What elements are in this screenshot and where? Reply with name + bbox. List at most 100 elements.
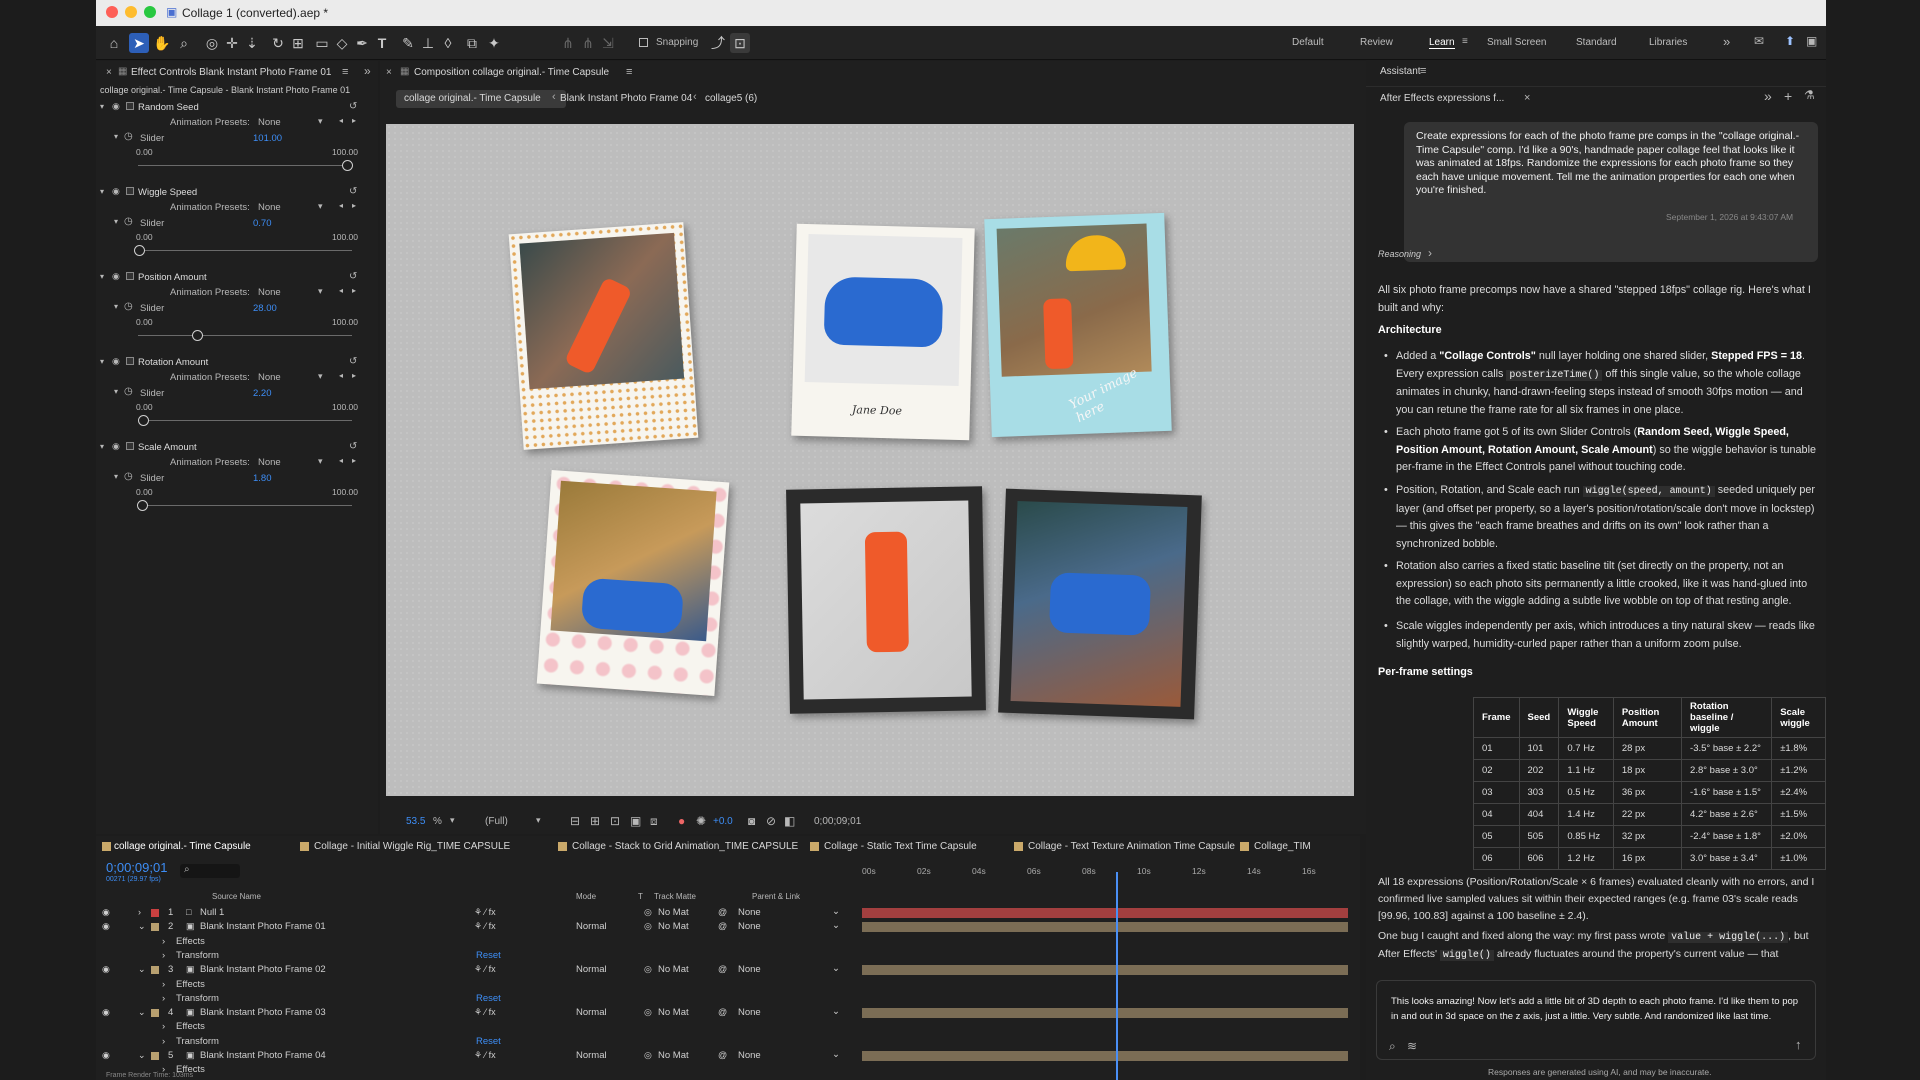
fx-checkbox[interactable] <box>126 442 134 450</box>
timeline-tab[interactable]: Collage - Text Texture Animation Time Ca… <box>1028 841 1235 852</box>
slider-track[interactable] <box>138 250 352 251</box>
snapping-checkbox[interactable] <box>639 38 648 47</box>
layer-switches-icon[interactable]: ⚘ ⁄ fx <box>474 921 496 932</box>
snap-grid-icon[interactable]: ⊡ <box>730 33 750 53</box>
timeline-row[interactable]: ◉ ⌄ 2 ▣ Blank Instant Photo Frame 01 ⚘ ⁄ fx No… <box>96 920 866 934</box>
snap-edges-icon[interactable]: ⤴ <box>708 33 728 53</box>
reset-transform-link[interactable]: Reset <box>476 993 501 1004</box>
timeline-row[interactable]: › Transform Reset <box>96 992 866 1006</box>
stopwatch-icon[interactable]: ◷ <box>124 301 133 312</box>
slider-knob[interactable] <box>191 330 203 341</box>
track-matte[interactable]: No Mat <box>658 907 689 918</box>
hand-tool-icon[interactable]: ✋ <box>152 33 172 53</box>
timeline-row[interactable]: › Effects <box>96 1063 866 1077</box>
layer-switches-icon[interactable]: ⚘ ⁄ fx <box>474 964 496 975</box>
layer-name[interactable]: Blank Instant Photo Frame 02 <box>200 964 326 975</box>
preset-dropdown-icon[interactable]: ▾ <box>318 456 323 467</box>
workspace-standard[interactable]: Standard <box>1576 37 1617 48</box>
parent-select[interactable]: None <box>738 921 761 932</box>
label-color[interactable] <box>151 923 159 932</box>
preset-select[interactable]: None <box>258 202 281 213</box>
twirl-icon[interactable]: › <box>162 950 165 961</box>
zoom-dropdown-icon[interactable]: ▾ <box>450 815 455 826</box>
layer-duration-bar[interactable] <box>862 908 1348 918</box>
reasoning-toggle[interactable]: Reasoning <box>1378 249 1421 259</box>
timeline-tab[interactable]: Collage_TIM <box>1254 841 1311 852</box>
slider-track[interactable] <box>138 165 352 166</box>
next-preset-icon[interactable]: ▸ <box>352 456 356 465</box>
viewer-timecode[interactable]: 0;00;09;01 <box>814 816 861 827</box>
puppet-pin-icon[interactable]: ✦ <box>484 33 504 53</box>
workspace-menu-icon[interactable]: ≡ <box>1462 36 1468 47</box>
matte-icon[interactable]: ◎ <box>644 964 652 975</box>
3d-cube-icon[interactable]: ◇ <box>332 33 352 53</box>
twirl-icon[interactable]: › <box>162 936 165 947</box>
timeline-row[interactable]: › Transform Reset <box>96 1035 866 1049</box>
rectangle-tool-icon[interactable]: ▭ <box>312 33 332 53</box>
close-chat-tab-icon[interactable]: × <box>1524 92 1530 104</box>
twirl-icon[interactable]: › <box>138 907 141 917</box>
stopwatch-icon[interactable]: ◷ <box>124 471 133 482</box>
slider-value[interactable]: 2.20 <box>253 388 272 399</box>
pickwhip-icon[interactable]: @ <box>718 964 727 974</box>
time-ruler[interactable]: 00s 02s 04s 06s 08s 10s 12s 14s 16s <box>862 866 1348 888</box>
close-tab-icon[interactable]: × <box>106 67 112 78</box>
distribute-icon[interactable]: ⋔ <box>578 33 598 53</box>
timeline-timecode[interactable]: 0;00;09;01 <box>106 860 167 875</box>
chevron-down-icon[interactable]: ⌄ <box>832 920 840 931</box>
crumb-collage5[interactable]: collage5 (6) <box>705 93 757 104</box>
resolution-select[interactable]: (Full) <box>485 816 508 827</box>
transparency-grid-icon[interactable]: ⊞ <box>590 814 600 828</box>
timeline-row[interactable]: › Transform Reset <box>96 949 866 963</box>
blend-mode[interactable]: Normal <box>576 964 607 975</box>
layer-duration-bar[interactable] <box>862 1008 1348 1019</box>
matte-icon[interactable]: ◎ <box>644 921 652 932</box>
settings-sliders-icon[interactable]: ≋ <box>1407 1039 1417 1053</box>
pan-camera-icon[interactable]: ✛ <box>222 33 242 53</box>
show-snapshot-icon[interactable]: ⊘ <box>766 814 776 828</box>
slider-knob[interactable] <box>342 160 353 171</box>
chat-tab[interactable]: After Effects expressions f... <box>1380 93 1504 104</box>
timeline-tab[interactable]: Collage - Initial Wiggle Rig_TIME CAPSUL… <box>314 841 510 852</box>
more-workspaces-icon[interactable]: » <box>1723 34 1730 49</box>
twirl-down-icon[interactable]: ▾ <box>114 217 118 226</box>
preset-dropdown-icon[interactable]: ▾ <box>318 371 323 382</box>
snap-point-icon[interactable]: ⇲ <box>598 33 618 53</box>
workspace-review[interactable]: Review <box>1360 37 1393 48</box>
timeline-row[interactable]: › Effects <box>96 935 866 949</box>
fx-checkbox[interactable] <box>126 187 134 195</box>
reset-effect-icon[interactable]: ↺ <box>349 441 357 452</box>
timeline-tab[interactable]: Collage - Static Text Time Capsule <box>824 841 977 852</box>
timeline-row[interactable]: ◉ ⌄ 4 ▣ Blank Instant Photo Frame 03 ⚘ ⁄ fx No… <box>96 1006 866 1020</box>
parent-select[interactable]: None <box>738 1050 761 1061</box>
chevron-right-icon[interactable]: › <box>1428 246 1432 260</box>
blend-mode[interactable]: Normal <box>576 1050 607 1061</box>
parent-select[interactable]: None <box>738 1007 761 1018</box>
slider-track[interactable] <box>138 420 352 421</box>
close-comp-tab-icon[interactable]: × <box>386 67 392 78</box>
timeline-row[interactable]: ◉ ⌄ 3 ▣ Blank Instant Photo Frame 02 ⚘ ⁄ fx No… <box>96 963 866 977</box>
chevron-down-icon[interactable]: ⌄ <box>832 906 840 917</box>
layer-name[interactable]: Blank Instant Photo Frame 03 <box>200 1007 326 1018</box>
slider-value[interactable]: 1.80 <box>253 473 272 484</box>
chevron-down-icon[interactable]: ⌄ <box>832 1049 840 1060</box>
crumb-frame-04[interactable]: Blank Instant Photo Frame 04 <box>560 93 692 104</box>
slider-knob[interactable] <box>134 245 146 256</box>
twirl-down-icon[interactable]: ▾ <box>100 102 104 111</box>
attach-icon[interactable]: ⌕ <box>1389 1039 1396 1054</box>
next-preset-icon[interactable]: ▸ <box>352 116 356 125</box>
preset-dropdown-icon[interactable]: ▾ <box>318 116 323 127</box>
preset-dropdown-icon[interactable]: ▾ <box>318 286 323 297</box>
reset-effect-icon[interactable]: ↺ <box>349 271 357 282</box>
slider-knob[interactable] <box>137 415 149 426</box>
eye-fx-icon[interactable]: ◉ <box>112 271 120 282</box>
track-matte[interactable]: No Mat <box>658 964 689 975</box>
labs-flask-icon[interactable]: ⚗ <box>1804 88 1815 102</box>
zoom-window-button[interactable] <box>144 6 156 18</box>
snapshot-icon[interactable]: ◙ <box>748 814 755 828</box>
layer-name[interactable]: Blank Instant Photo Frame 01 <box>200 921 326 932</box>
fx-checkbox[interactable] <box>126 357 134 365</box>
reset-effect-icon[interactable]: ↺ <box>349 101 357 112</box>
label-color[interactable] <box>151 909 159 917</box>
slider-track[interactable] <box>138 505 352 506</box>
